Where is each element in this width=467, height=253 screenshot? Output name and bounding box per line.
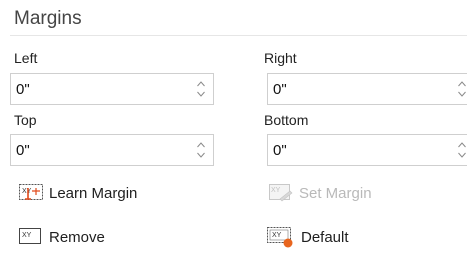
bottom-margin-field[interactable] bbox=[267, 134, 467, 166]
svg-text:XY: XY bbox=[271, 187, 281, 194]
default-margin-button[interactable]: XY Default bbox=[266, 224, 349, 250]
spinner-arrows-icon[interactable] bbox=[457, 140, 467, 160]
remove-label: Remove bbox=[49, 228, 105, 246]
top-margin-field[interactable] bbox=[10, 134, 214, 166]
spinner-arrows-icon[interactable] bbox=[457, 79, 467, 99]
left-label: Left bbox=[14, 50, 38, 66]
top-margin-input[interactable] bbox=[16, 140, 166, 160]
left-margin-input[interactable] bbox=[16, 79, 166, 99]
set-margin-icon: XY bbox=[269, 184, 293, 202]
learn-margin-icon: XY bbox=[19, 184, 43, 200]
svg-text:XY: XY bbox=[22, 188, 32, 195]
right-margin-input[interactable] bbox=[273, 79, 423, 99]
set-margin-label: Set Margin bbox=[299, 184, 372, 202]
learn-margin-label: Learn Margin bbox=[49, 184, 138, 202]
bottom-margin-input[interactable] bbox=[273, 140, 423, 160]
svg-text:XY: XY bbox=[22, 232, 32, 239]
default-margin-icon: XY bbox=[267, 227, 293, 248]
spinner-arrows-icon[interactable] bbox=[196, 79, 206, 99]
bottom-label: Bottom bbox=[264, 112, 309, 128]
spinner-arrows-icon[interactable] bbox=[196, 140, 206, 160]
remove-margin-icon: XY bbox=[19, 228, 41, 244]
left-margin-field[interactable] bbox=[10, 73, 214, 105]
set-margin-button[interactable]: XY Set Margin bbox=[268, 180, 372, 206]
right-margin-field[interactable] bbox=[267, 73, 467, 105]
top-label: Top bbox=[14, 112, 37, 128]
right-label: Right bbox=[264, 50, 297, 66]
svg-text:XY: XY bbox=[272, 232, 282, 239]
panel-title: Margins bbox=[14, 8, 82, 29]
default-label: Default bbox=[301, 228, 349, 246]
remove-margin-button[interactable]: XY Remove bbox=[18, 224, 105, 250]
learn-margin-button[interactable]: XY Learn Margin bbox=[18, 180, 137, 206]
title-divider bbox=[10, 35, 467, 36]
